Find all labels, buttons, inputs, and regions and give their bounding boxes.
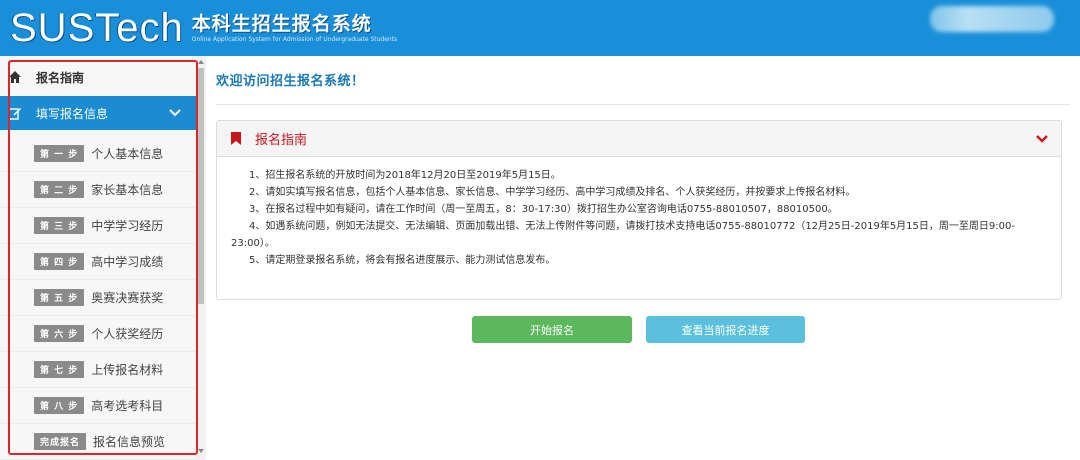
guide-line: 2、请如实填写报名信息，包括个人基本信息、家长信息、中学学习经历、高中学习成绩及… bbox=[249, 187, 856, 198]
guide-panel-header[interactable]: 报名指南 bbox=[217, 121, 1061, 157]
step-label: 中学学习经历 bbox=[91, 219, 164, 233]
user-info-blurred[interactable] bbox=[930, 6, 1054, 32]
start-registration-button[interactable]: 开始报名 bbox=[472, 316, 632, 343]
home-icon bbox=[9, 71, 21, 83]
sidebar-step-5[interactable]: 第 五 步 奥赛决赛获奖 bbox=[0, 280, 196, 316]
step-label: 个人获奖经历 bbox=[91, 327, 164, 341]
sidebar-step-3[interactable]: 第 三 步 中学学习经历 bbox=[0, 208, 196, 244]
guide-line: 4、如遇系统问题，例如无法提交、无法编辑、页面加载出错、无法上传附件等问题，请拨… bbox=[231, 221, 1015, 249]
step-badge: 第 六 步 bbox=[34, 325, 85, 342]
guide-line: 1、招生报名系统的开放时间为2018年12月20日至2019年5月15日。 bbox=[249, 170, 561, 181]
sidebar-item-guide[interactable]: 报名指南 bbox=[0, 60, 196, 94]
app-header: SUSTech 本科生招生报名系统 Online Application Sys… bbox=[0, 0, 1080, 56]
step-badge: 完成报名 bbox=[34, 433, 87, 450]
sidebar-step-7[interactable]: 第 七 步 上传报名材料 bbox=[0, 352, 196, 388]
scrollbar-thumb[interactable] bbox=[198, 68, 204, 304]
system-title: 本科生招生报名系统 bbox=[191, 12, 372, 35]
sidebar-item-fill-info[interactable]: 填写报名信息 bbox=[0, 96, 196, 130]
guide-panel: 报名指南 1、招生报名系统的开放时间为2018年12月20日至2019年5月15… bbox=[216, 120, 1062, 300]
view-progress-button[interactable]: 查看当前报名进度 bbox=[646, 316, 805, 343]
step-label: 家长基本信息 bbox=[91, 183, 164, 197]
step-badge: 第 五 步 bbox=[34, 289, 85, 306]
step-badge: 第 一 步 bbox=[34, 145, 85, 162]
step-label: 高考选考科目 bbox=[91, 399, 164, 413]
guide-line: 3、在报名过程中如有疑问，请在工作时间（周一至周五，8：30-17:30）拨打招… bbox=[249, 204, 838, 215]
scroll-down-arrow[interactable] bbox=[198, 449, 204, 453]
step-badge: 第 八 步 bbox=[34, 397, 85, 414]
main-content: 欢迎访问招生报名系统！ 报名指南 1、招生报名系统的开放时间为2018年12月2… bbox=[206, 56, 1080, 460]
step-badge: 第 七 步 bbox=[34, 361, 85, 378]
sidebar-item-label: 填写报名信息 bbox=[36, 106, 109, 121]
system-title-en: Online Application System for Admission … bbox=[191, 35, 398, 43]
scroll-up-arrow[interactable] bbox=[198, 60, 204, 64]
step-badge: 第 二 步 bbox=[34, 181, 85, 198]
sidebar-step-2[interactable]: 第 二 步 家长基本信息 bbox=[0, 172, 196, 208]
sidebar: 报名指南 填写报名信息 第 一 步 个人基本信息 第 二 步 家长基本信息 第 … bbox=[0, 56, 206, 460]
sidebar-step-1[interactable]: 第 一 步 个人基本信息 bbox=[0, 136, 196, 172]
sidebar-item-label: 报名指南 bbox=[36, 70, 85, 85]
sidebar-step-8[interactable]: 第 八 步 高考选考科目 bbox=[0, 388, 196, 424]
panel-title: 报名指南 bbox=[255, 133, 308, 148]
step-badge: 第 四 步 bbox=[34, 253, 85, 270]
step-label: 个人基本信息 bbox=[91, 147, 164, 161]
bookmark-icon bbox=[231, 132, 241, 145]
sidebar-step-6[interactable]: 第 六 步 个人获奖经历 bbox=[0, 316, 196, 352]
step-label: 高中学习成绩 bbox=[91, 255, 164, 269]
sustech-logo[interactable]: SUSTech 本科生招生报名系统 Online Application Sys… bbox=[10, 6, 397, 50]
guide-panel-body: 1、招生报名系统的开放时间为2018年12月20日至2019年5月15日。 2、… bbox=[217, 157, 1061, 269]
step-list: 第 一 步 个人基本信息 第 二 步 家长基本信息 第 三 步 中学学习经历 第… bbox=[0, 136, 196, 460]
guide-line: 5、请定期登录报名系统，将会有报名进度展示、能力测试信息发布。 bbox=[249, 255, 556, 266]
logo-text: SUSTech bbox=[10, 6, 184, 50]
step-label: 报名信息预览 bbox=[93, 435, 166, 449]
welcome-heading: 欢迎访问招生报名系统！ bbox=[216, 74, 365, 89]
chevron-down-icon[interactable] bbox=[168, 106, 182, 120]
divider bbox=[216, 104, 1070, 105]
step-label: 奥赛决赛获奖 bbox=[91, 291, 164, 305]
sidebar-step-complete[interactable]: 完成报名 报名信息预览 bbox=[0, 424, 196, 460]
edit-icon bbox=[8, 108, 21, 120]
step-badge: 第 三 步 bbox=[34, 217, 85, 234]
step-label: 上传报名材料 bbox=[91, 363, 164, 377]
logo-subtitle: 本科生招生报名系统 Online Application System for … bbox=[192, 13, 397, 44]
sidebar-step-4[interactable]: 第 四 步 高中学习成绩 bbox=[0, 244, 196, 280]
chevron-down-icon[interactable] bbox=[1035, 132, 1049, 146]
